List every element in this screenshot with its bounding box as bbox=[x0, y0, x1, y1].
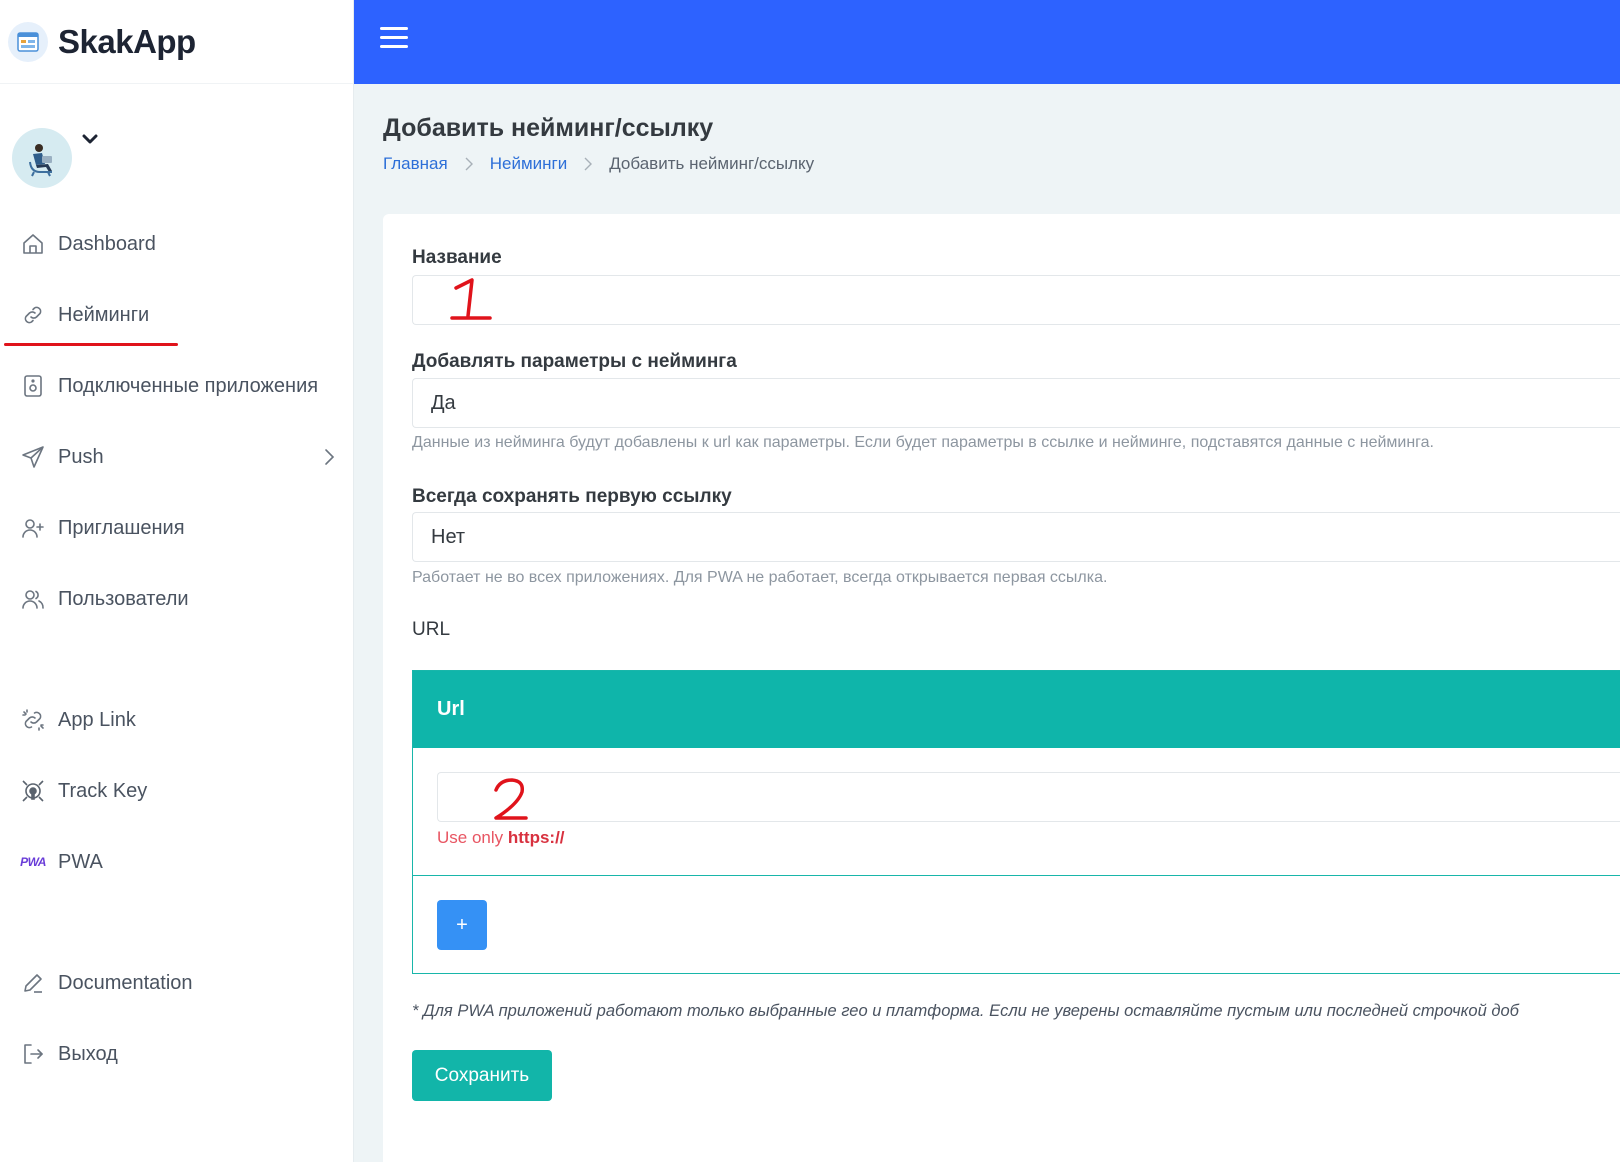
annotation-mark-1 bbox=[450, 278, 492, 320]
url-table: Url Use only https:// + bbox=[412, 670, 1620, 974]
sidebar-item-connected-apps[interactable]: Подключенные приложения bbox=[0, 366, 354, 406]
chevron-right-icon bbox=[464, 156, 474, 172]
sidebar-item-namings[interactable]: Нейминги bbox=[0, 295, 354, 335]
users-icon bbox=[20, 586, 46, 612]
user-plus-icon bbox=[20, 515, 46, 541]
url-table-header: Url bbox=[413, 671, 1620, 748]
divider bbox=[413, 875, 1620, 876]
keep-first-select[interactable]: Нет bbox=[412, 512, 1620, 562]
sidebar-item-documentation[interactable]: Documentation bbox=[0, 963, 354, 1003]
page-title: Добавить нейминг/ссылку bbox=[383, 114, 714, 142]
add-params-label: Добавлять параметры с нейминга bbox=[412, 351, 737, 372]
home-icon bbox=[20, 231, 46, 257]
chevron-down-icon[interactable] bbox=[82, 132, 98, 150]
pwa-logo-icon: PWA bbox=[20, 855, 46, 869]
link-icon bbox=[20, 302, 46, 328]
sidebar-item-pwa[interactable]: PWA PWA bbox=[0, 842, 354, 882]
sidebar-item-label: Push bbox=[58, 445, 104, 468]
avatar[interactable] bbox=[12, 128, 72, 188]
sidebar-item-label: Track Key bbox=[58, 779, 148, 802]
sidebar-item-app-link[interactable]: App Link bbox=[0, 700, 354, 740]
add-params-help: Данные из нейминга будут добавлены к url… bbox=[412, 434, 1434, 451]
save-button[interactable]: Сохранить bbox=[412, 1050, 552, 1101]
app-device-icon bbox=[20, 373, 46, 399]
sidebar-item-label: App Link bbox=[58, 708, 136, 731]
sidebar-item-label: Приглашения bbox=[58, 516, 185, 539]
breadcrumb-namings[interactable]: Нейминги bbox=[490, 154, 568, 174]
target-key-icon bbox=[20, 778, 46, 804]
sidebar: SkakApp Dashboard Нейминги Подключенные … bbox=[0, 0, 354, 1162]
breadcrumb-current: Добавить нейминг/ссылку bbox=[609, 154, 815, 173]
sidebar-item-push[interactable]: Push bbox=[0, 437, 354, 477]
send-icon bbox=[20, 444, 46, 470]
broken-link-icon bbox=[20, 707, 46, 733]
sidebar-item-label: Выход bbox=[58, 1042, 118, 1065]
annotation-underline bbox=[4, 343, 178, 346]
add-params-select[interactable]: Да bbox=[412, 378, 1620, 428]
topbar bbox=[354, 0, 1620, 84]
chevron-right-icon bbox=[583, 156, 593, 172]
add-url-button[interactable]: + bbox=[437, 900, 487, 950]
sidebar-item-label: Пользователи bbox=[58, 587, 189, 610]
logout-icon bbox=[20, 1041, 46, 1067]
menu-toggle-icon[interactable] bbox=[380, 27, 408, 49]
sidebar-item-users[interactable]: Пользователи bbox=[0, 579, 354, 619]
breadcrumb-home[interactable]: Главная bbox=[383, 154, 448, 174]
url-input[interactable] bbox=[437, 772, 1620, 822]
annotation-mark-2 bbox=[494, 778, 528, 820]
breadcrumb: Главная Нейминги Добавить нейминг/ссылку bbox=[383, 154, 814, 174]
keep-first-help: Работает не во всех приложениях. Для PWA… bbox=[412, 569, 1108, 586]
brand-logo-icon bbox=[8, 21, 48, 62]
brand-name: SkakApp bbox=[58, 22, 196, 60]
name-input[interactable] bbox=[412, 275, 1620, 325]
sidebar-item-label: PWA bbox=[58, 850, 103, 873]
pen-icon bbox=[20, 970, 46, 996]
pwa-note: * Для PWA приложений работают только выб… bbox=[412, 1002, 1519, 1020]
sidebar-item-track-key[interactable]: Track Key bbox=[0, 771, 354, 811]
user-profile[interactable] bbox=[12, 128, 98, 188]
sidebar-item-label: Documentation bbox=[58, 971, 193, 994]
brand[interactable]: SkakApp bbox=[0, 0, 353, 84]
sidebar-item-label: Dashboard bbox=[58, 232, 156, 255]
url-hint: Use only https:// bbox=[437, 828, 565, 847]
url-section-label: URL bbox=[412, 619, 451, 640]
keep-first-label: Всегда сохранять первую ссылку bbox=[412, 486, 732, 507]
sidebar-item-invitations[interactable]: Приглашения bbox=[0, 508, 354, 548]
sidebar-item-label: Нейминги bbox=[58, 303, 150, 326]
sidebar-item-label: Подключенные приложения bbox=[58, 374, 319, 397]
chevron-right-icon[interactable] bbox=[324, 447, 336, 473]
sidebar-item-logout[interactable]: Выход bbox=[0, 1034, 354, 1074]
name-label: Название bbox=[412, 247, 502, 268]
sidebar-item-dashboard[interactable]: Dashboard bbox=[0, 224, 354, 264]
